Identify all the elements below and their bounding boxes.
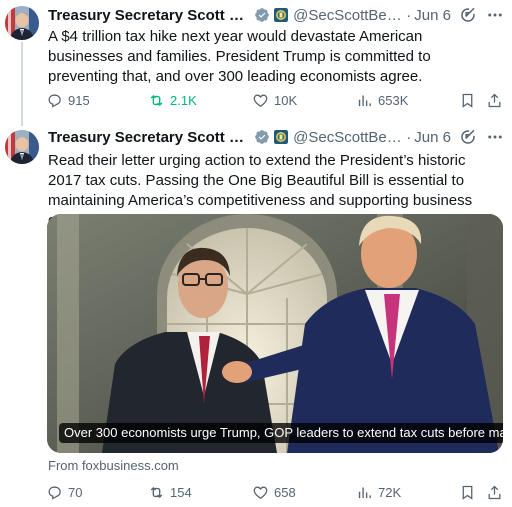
reply-icon: [48, 486, 61, 500]
views-button[interactable]: 72K: [356, 484, 401, 501]
like-count: 10K: [274, 92, 298, 108]
treasury-seal-icon: [274, 8, 289, 22]
reply-button[interactable]: 915: [46, 92, 90, 109]
card-source[interactable]: From foxbusiness.com: [48, 458, 179, 473]
card-image: [47, 214, 503, 453]
tweet-header: Treasury Secretary Scott Besse... @SecSc…: [48, 5, 504, 25]
like-count: 658: [274, 484, 296, 500]
verified-badge-icon: [255, 130, 270, 144]
view-count: 72K: [378, 484, 402, 500]
grok-icon[interactable]: [459, 6, 477, 24]
repost-icon: [150, 486, 163, 498]
tweet-actions: 70 154 658 72K: [46, 482, 504, 502]
reply-button[interactable]: 70: [46, 484, 82, 501]
views-icon: [358, 487, 371, 498]
bookmark-icon: [462, 485, 473, 500]
verified-badge-icon: [255, 8, 270, 22]
share-icon: [488, 485, 501, 499]
repost-icon: [150, 94, 163, 106]
tweet-date[interactable]: Jun 6: [414, 129, 451, 146]
views-button[interactable]: 653K: [356, 92, 408, 109]
like-button[interactable]: 10K: [252, 92, 297, 109]
reply-count: 70: [68, 484, 83, 500]
author-avatar[interactable]: [5, 130, 39, 164]
tweet-actions: 915 2.1K 10K 653K: [46, 90, 504, 110]
bookmark-button[interactable]: [459, 484, 476, 501]
author-handle[interactable]: @SecScottBesse...: [293, 7, 403, 24]
separator: ·: [406, 128, 412, 146]
card-title: Over 300 economists urge Trump, GOP lead…: [59, 423, 503, 443]
author-avatar[interactable]: [5, 6, 39, 40]
bookmark-icon: [462, 93, 473, 108]
like-icon: [253, 486, 268, 499]
tweet-header: Treasury Secretary Scott Besse... @SecSc…: [48, 127, 504, 147]
view-count: 653K: [378, 92, 409, 108]
link-card[interactable]: Over 300 economists urge Trump, GOP lead…: [47, 214, 503, 453]
tweet-date[interactable]: Jun 6: [414, 7, 451, 24]
reply-count: 915: [68, 92, 90, 108]
more-icon[interactable]: [486, 6, 504, 24]
more-icon[interactable]: [486, 128, 504, 146]
share-button[interactable]: [486, 92, 503, 109]
author-handle[interactable]: @SecScottBesse...: [293, 129, 403, 146]
repost-count: 154: [170, 484, 192, 500]
like-button[interactable]: 658: [252, 484, 296, 501]
thread-line: [21, 42, 23, 126]
author-name[interactable]: Treasury Secretary Scott Besse...: [48, 129, 250, 146]
tweet-text: A $4 trillion tax hike next year would d…: [48, 28, 431, 85]
treasury-seal-icon: [274, 130, 289, 144]
tweet[interactable]: Treasury Secretary Scott Besse... @SecSc…: [0, 122, 512, 507]
share-icon: [488, 93, 501, 107]
grok-icon[interactable]: [459, 128, 477, 146]
repost-button[interactable]: 2.1K: [148, 92, 197, 109]
like-icon: [253, 94, 268, 107]
author-name[interactable]: Treasury Secretary Scott Besse...: [48, 7, 250, 24]
repost-button[interactable]: 154: [148, 484, 192, 501]
share-button[interactable]: [486, 484, 503, 501]
tweet[interactable]: Treasury Secretary Scott Besse... @SecSc…: [0, 0, 512, 126]
reply-icon: [48, 94, 61, 108]
separator: ·: [406, 6, 412, 24]
bookmark-button[interactable]: [459, 92, 476, 109]
views-icon: [358, 95, 371, 106]
repost-count: 2.1K: [170, 92, 197, 108]
